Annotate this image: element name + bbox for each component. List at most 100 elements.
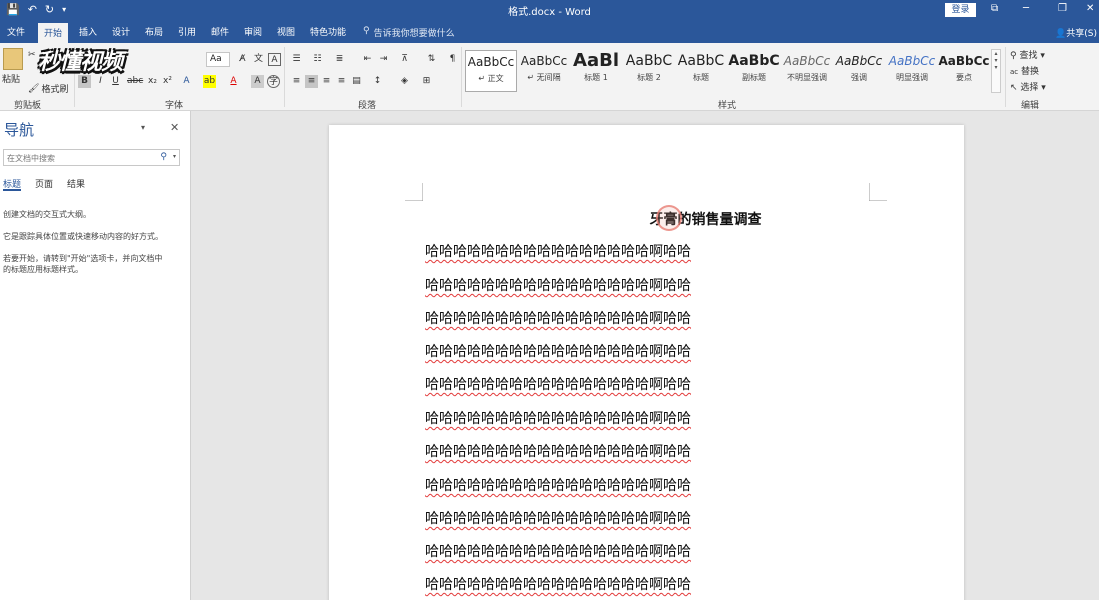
document-page[interactable]: 牙膏的销售量调查 哈哈哈哈哈哈哈哈哈哈哈哈哈哈哈哈啊哈哈 哈哈哈哈哈哈哈哈哈哈哈… [329,125,964,600]
ribbon-divider [284,47,285,107]
style-emphasis[interactable]: AaBbCc 强调 [833,50,885,92]
style-normal[interactable]: AaBbCc ↵ 正文 [465,50,517,92]
borders-icon[interactable]: ⊞ [420,75,433,88]
document-paragraph[interactable]: 哈哈哈哈哈哈哈哈哈哈哈哈哈哈哈哈啊哈哈 [425,275,691,295]
character-shading-icon[interactable]: A [251,75,264,88]
paste-button[interactable]: 粘贴 [2,72,20,85]
select-label: 选择 [1020,83,1039,93]
font-color-icon[interactable]: A [227,75,240,88]
font-size-menu[interactable]: Aa [206,52,230,67]
superscript-button[interactable]: x² [161,75,174,88]
paragraph-group-label: 段落 [358,101,377,111]
ribbon-display-icon[interactable]: ⧉ [991,3,998,14]
highlight-color-icon[interactable]: ab [203,75,216,88]
document-paragraph[interactable]: 哈哈哈哈哈哈哈哈哈哈哈哈哈哈哈哈啊哈哈 [425,574,691,594]
shading-icon[interactable]: ◈ [398,75,411,88]
chevron-down-icon[interactable]: ▾ [173,153,176,160]
document-paragraph[interactable]: 哈哈哈哈哈哈哈哈哈哈哈哈哈哈哈哈啊哈哈 [425,341,691,361]
show-marks-icon[interactable]: ¶ [446,53,459,66]
ribbon-tabs: 文件 开始 插入 设计 布局 引用 邮件 审阅 视图 特色功能 ⚲ 告诉我你想要… [0,21,1099,43]
character-border-icon[interactable]: A [268,53,281,66]
style-subtle-emphasis[interactable]: AaBbCc 不明显强调 [781,50,833,92]
minimize-icon[interactable]: ─ [1023,3,1029,14]
document-paragraph[interactable]: 哈哈哈哈哈哈哈哈哈哈哈哈哈哈哈哈啊哈哈 [425,374,691,394]
tab-special-features[interactable]: 特色功能 [310,25,346,38]
clear-format-icon[interactable]: A̸ [236,53,249,66]
tab-layout[interactable]: 布局 [145,25,163,38]
search-icon[interactable]: ⚲ [160,152,167,162]
multilevel-list-icon[interactable]: ≣ [333,53,346,66]
styles-group-label: 样式 [718,101,737,111]
ribbon-divider [1005,47,1006,107]
active-tab-underline [3,189,21,191]
document-paragraph[interactable]: 哈哈哈哈哈哈哈哈哈哈哈哈哈哈哈哈啊哈哈 [425,441,691,461]
cut-icon[interactable]: ✂ [28,50,36,60]
decrease-indent-icon[interactable]: ⇤ [361,53,374,66]
numbering-icon[interactable]: ☷ [311,53,324,66]
enclosed-character-icon[interactable]: 字 [267,75,280,88]
increase-indent-icon[interactable]: ⇥ [377,53,390,66]
find-label: 查找 [1019,51,1038,61]
close-icon[interactable]: ✕ [1086,3,1094,14]
style-strong[interactable]: AaBbCc 要点 [938,50,990,92]
align-right-icon[interactable]: ≡ [320,75,333,88]
nav-options-icon[interactable]: ▾ [141,123,145,132]
title-bar: 💾 ↶ ↻ ▾ 格式.docx - Word 登录 ⧉ ─ ❐ ✕ [0,0,1099,21]
underline-button[interactable]: U [109,75,122,88]
tab-view[interactable]: 视图 [277,25,295,38]
subscript-button[interactable]: x₂ [146,75,159,88]
select-button[interactable]: ↖ 选择 ▾ [1010,80,1046,93]
brush-icon: 🖌 [28,83,40,94]
align-left-icon[interactable]: ≡ [290,75,303,88]
document-paragraph[interactable]: 哈哈哈哈哈哈哈哈哈哈哈哈哈哈哈哈啊哈哈 [425,308,691,328]
strikethrough-button[interactable]: abc [127,75,143,88]
style-title[interactable]: AaBbC 标题 [675,50,727,92]
styles-gallery-scroll[interactable]: ▴ ▾ ▾ [991,49,1001,93]
document-canvas[interactable]: 牙膏的销售量调查 哈哈哈哈哈哈哈哈哈哈哈哈哈哈哈哈啊哈哈 哈哈哈哈哈哈哈哈哈哈哈… [192,111,1099,600]
document-paragraph[interactable]: 哈哈哈哈哈哈哈哈哈哈哈哈哈哈哈哈啊哈哈 [425,475,691,495]
style-subtitle[interactable]: AaBbC 副标题 [728,50,780,92]
tab-design[interactable]: 设计 [112,25,130,38]
crop-mark-right [869,183,887,201]
distributed-icon[interactable]: ▤ [350,75,363,88]
bold-button[interactable]: B [78,75,91,88]
align-center-icon[interactable]: ≡ [305,75,318,88]
document-paragraph[interactable]: 哈哈哈哈哈哈哈哈哈哈哈哈哈哈哈哈啊哈哈 [425,541,691,561]
tab-home[interactable]: 开始 [38,23,69,43]
tab-insert[interactable]: 插入 [79,25,97,38]
sort-icon[interactable]: ⇅ [425,53,438,66]
share-button[interactable]: 👤共享(S) [1055,26,1097,39]
nav-tab-results[interactable]: 结果 [67,177,85,190]
style-no-spacing[interactable]: AaBbCc ↵ 无间隔 [518,50,570,92]
tell-me-box[interactable]: ⚲ 告诉我你想要做什么 [363,26,455,39]
bullets-icon[interactable]: ☰ [290,53,303,66]
maximize-icon[interactable]: ❐ [1058,3,1067,14]
nav-search-input[interactable]: 在文档中搜索 ⚲ ▾ [3,149,180,166]
replace-button[interactable]: ac 替换 [1010,64,1039,77]
format-painter-button[interactable]: 🖌 格式刷 [28,82,69,96]
line-spacing-icon[interactable]: ↕ [371,75,384,88]
document-paragraph[interactable]: 哈哈哈哈哈哈哈哈哈哈哈哈哈哈哈哈啊哈哈 [425,408,691,428]
chinese-layout-icon[interactable]: ⊼ [398,53,411,66]
nav-close-icon[interactable]: ✕ [170,121,179,134]
text-effects-icon[interactable]: A [180,75,193,88]
login-button[interactable]: 登录 [945,3,976,17]
document-heading[interactable]: 牙膏的销售量调查 [329,209,964,229]
style-sample: AaBbCc [938,54,990,68]
phonetic-guide-icon[interactable]: 文 [252,53,265,66]
paste-icon[interactable] [3,48,23,70]
find-button[interactable]: ⚲ 查找 ▾ [1010,48,1045,61]
justify-icon[interactable]: ≡ [335,75,348,88]
style-heading-1[interactable]: AaBl 标题 1 [570,50,622,92]
format-painter-label: 格式刷 [41,85,69,95]
tab-mailings[interactable]: 邮件 [211,25,229,38]
style-intense-emphasis[interactable]: AaBbCc 明显强调 [886,50,938,92]
tab-review[interactable]: 审阅 [244,25,262,38]
tab-file[interactable]: 文件 [7,25,25,38]
tab-references[interactable]: 引用 [178,25,196,38]
nav-tab-pages[interactable]: 页面 [35,177,53,190]
document-paragraph[interactable]: 哈哈哈哈哈哈哈哈哈哈哈哈哈哈哈哈啊哈哈 [425,241,691,261]
italic-button[interactable]: I [94,75,107,88]
style-heading-2[interactable]: AaBbC 标题 2 [623,50,675,92]
document-paragraph[interactable]: 哈哈哈哈哈哈哈哈哈哈哈哈哈哈哈哈啊哈哈 [425,508,691,528]
